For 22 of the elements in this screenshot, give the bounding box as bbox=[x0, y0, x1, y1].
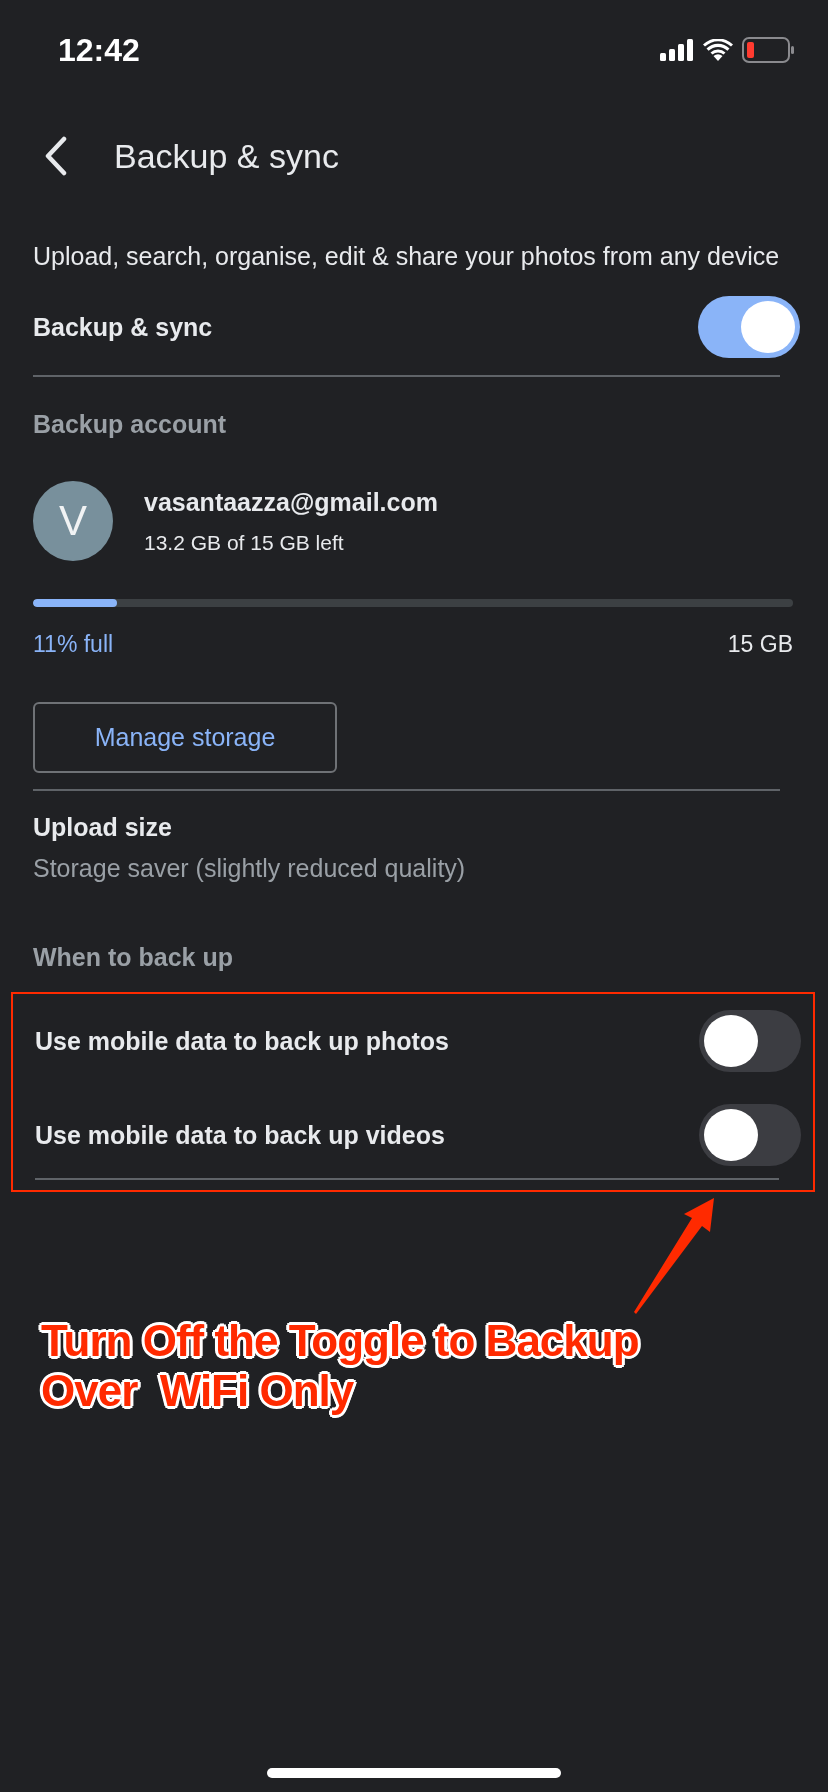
setting-label: Backup & sync bbox=[33, 312, 213, 342]
section-heading: Backup account bbox=[33, 410, 228, 439]
setting-label: Use mobile data to back up videos bbox=[35, 1120, 445, 1150]
back-icon[interactable] bbox=[44, 136, 68, 176]
annotation-text: Turn Off the Toggle to Backup bbox=[41, 1316, 639, 1366]
setting-label: Use mobile data to back up photos bbox=[35, 1026, 449, 1056]
battery-icon bbox=[742, 37, 794, 63]
wifi-icon bbox=[703, 39, 733, 61]
usage-percent: 11% full bbox=[33, 631, 114, 658]
section-heading: When to back up bbox=[33, 943, 234, 972]
description-text: Upload, search, organise, edit & share your photos from any device bbox=[33, 241, 780, 272]
signal-icon bbox=[660, 39, 694, 61]
setting-value: Storage saver (slightly reduced quality) bbox=[33, 854, 467, 883]
avatar: V bbox=[33, 481, 113, 561]
status-time: 12:42 bbox=[58, 31, 140, 69]
storage-total: 15 GB bbox=[727, 631, 793, 658]
account-email: vasantaazza@gmail.com bbox=[144, 487, 438, 517]
manage-storage-button[interactable]: Manage storage bbox=[33, 702, 337, 773]
storage-left-text: 13.2 GB of 15 GB left bbox=[144, 530, 345, 555]
page-title: Backup & sync bbox=[114, 136, 339, 176]
setting-label: Upload size bbox=[33, 813, 173, 842]
annotation-text: Over WiFi Only bbox=[41, 1366, 354, 1416]
